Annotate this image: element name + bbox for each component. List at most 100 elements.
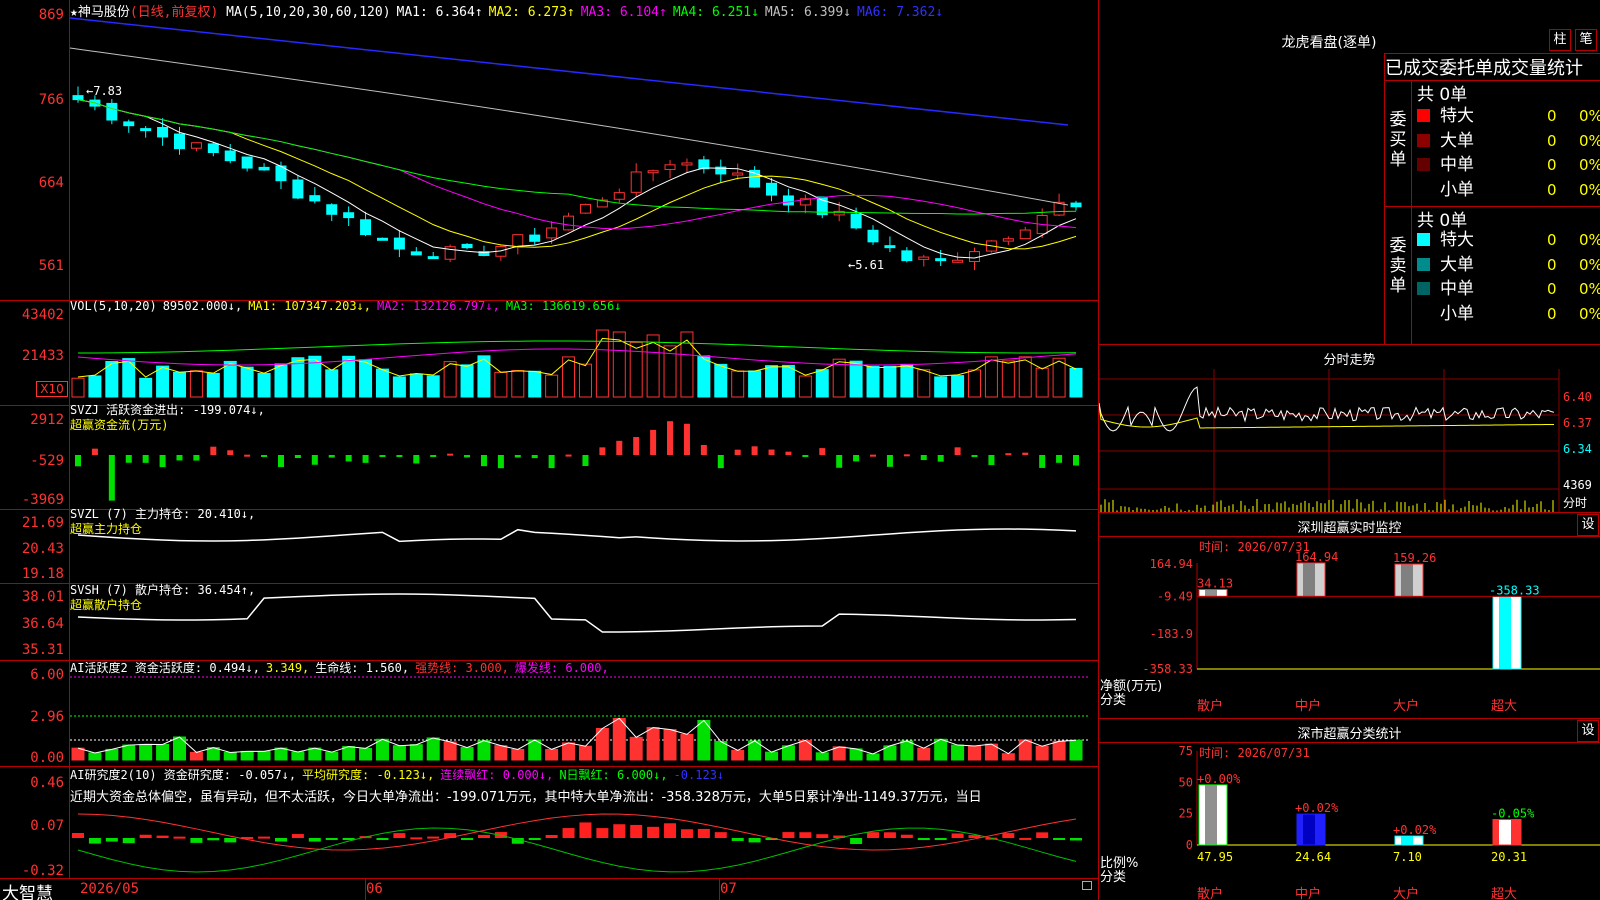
sell-pct-1: 0% [1579, 255, 1600, 274]
monitor-value-label-0: 34.13 [1197, 576, 1233, 590]
sell-row-3: 小单 0 0% [1417, 302, 1600, 326]
monitor-category-3: 超大 [1491, 699, 1517, 714]
brand-logo[interactable]: 大智慧 [2, 879, 53, 900]
vol-legend-item-0: VOL(5,10,20) [70, 299, 157, 313]
classify-value-label-2: 7.10 [1393, 850, 1422, 864]
classify-bar-2[interactable] [1394, 835, 1424, 846]
monitor-bar-2[interactable] [1394, 563, 1424, 597]
stock-name[interactable]: 神马股份 [78, 5, 130, 20]
ma-legend-item-2: MA2: 6.273↑ [488, 5, 575, 20]
sell-pct-3: 0% [1579, 304, 1600, 323]
intraday-axis-mid: 6.37 [1563, 416, 1592, 430]
vol-legend-item-2: MA1: 107347.203↓, [248, 299, 372, 313]
tick-view-button[interactable]: 笔 [1575, 29, 1597, 51]
sell-pct-0: 0% [1579, 231, 1600, 249]
vol-axis-label-1: 21433 [21, 348, 64, 364]
classify-axis-label-2: 25 [1179, 807, 1193, 821]
sell-row-1: 大单 0 0% [1417, 253, 1600, 277]
buy-side-label: 委买单 [1389, 110, 1407, 170]
ai1-legend-item-3: 强势线: 3.000, [415, 661, 509, 675]
svzl-axis-label-2: 19.18 [21, 566, 64, 582]
date-label-jul: 07 [720, 881, 737, 897]
svzl-legend-line1: SVZL (7) 主力持仓: 20.410↓, [70, 507, 256, 521]
monitor-axis-label-2: -183.9 [1150, 627, 1193, 641]
ma-legend-item-6: MA6: 7.362↓ [857, 5, 944, 20]
ma-legend-item-1: MA1: 6.364↑ [396, 5, 483, 20]
buy-count-1: 0 [1547, 131, 1557, 150]
sell-side-label: 委卖单 [1389, 236, 1407, 296]
longhu-panel: 龙虎看盘(逐单) 柱 笔 已成交委托单成交量统计 委买单 委卖单 共 0单 共 … [1099, 0, 1600, 344]
ma-legend: ★神马股份(日线,前复权) MA(5,10,20,30,60,120) MA1: … [70, 1, 949, 20]
buy-pct-3: 0% [1579, 180, 1600, 199]
monitor-bar-0[interactable] [1198, 588, 1228, 597]
main-chart-canvas[interactable] [0, 0, 1100, 900]
sell-count-3: 0 [1547, 304, 1557, 323]
lock-icon[interactable] [1082, 881, 1092, 890]
vol-unit-badge[interactable]: X10 [36, 381, 68, 397]
classify-axis-label-3: 0 [1186, 838, 1193, 852]
monitor-value-label-2: 159.26 [1393, 551, 1436, 565]
monitor-category-2: 大户 [1393, 698, 1419, 714]
sell-count-1: 0 [1547, 255, 1557, 274]
sell-swatch-0 [1417, 233, 1430, 246]
svzl-legend: SVZL (7) 主力持仓: 20.410↓, 超赢主力持仓 [70, 507, 255, 537]
svzl-legend-line2: 超赢主力持仓 [70, 522, 143, 536]
longhu-subtitle: 已成交委托单成交量统计 [1385, 58, 1583, 79]
sell-pct-2: 0% [1579, 280, 1600, 298]
high-price-annotation: ←7.83 [86, 84, 123, 98]
sell-count-2: 0 [1547, 280, 1557, 298]
classify-axis-label-1: 50 [1179, 775, 1193, 789]
bar-view-button[interactable]: 柱 [1549, 29, 1571, 51]
buy-total: 共 0单 [1417, 85, 1468, 105]
sell-swatch-3 [1417, 306, 1430, 320]
buy-pct-1: 0% [1579, 131, 1600, 150]
ai2-legend-item-2: 连续飘红: 0.000↓, [440, 768, 554, 782]
svzl-axis-label-0: 21.69 [21, 515, 64, 531]
sell-row-0: 特大 0 0% [1417, 228, 1600, 252]
monitor-axis-label-0: 164.94 [1150, 557, 1193, 571]
classify-category-2: 大户 [1393, 886, 1419, 900]
classify-category-0: 散户 [1197, 886, 1223, 900]
monitor-category-0: 散户 [1197, 698, 1223, 714]
svsh-legend: SVSH (7) 散户持仓: 36.454↑, 超赢散户持仓 [70, 583, 255, 613]
classify-value-label-0: 47.95 [1197, 850, 1233, 864]
monitor-unit-label: 净额(万元) [1100, 679, 1163, 694]
svzl-axis-label-1: 20.43 [21, 541, 64, 557]
chart-mode[interactable]: (日线,前复权) [130, 5, 218, 20]
classify-bar-0[interactable] [1198, 784, 1228, 846]
sell-label-2: 中单 [1440, 279, 1474, 299]
classify-caption: 比例% 分类 [1100, 857, 1138, 885]
monitor-bar-3[interactable] [1492, 595, 1522, 670]
buy-count-2: 0 [1547, 156, 1557, 174]
vol-legend-item-1: 89502.000↓, [162, 299, 243, 313]
price-axis-label-1: 766 [38, 92, 64, 108]
ai1-legend-item-1: 3.349, [265, 661, 310, 675]
classify-change-label-1: +0.02% [1295, 801, 1339, 815]
buy-row-3: 小单 0 0% [1417, 178, 1600, 202]
svsh-legend-line2: 超赢散户持仓 [70, 598, 143, 612]
classify-category-3: 超大 [1491, 887, 1517, 900]
classify-value-label-1: 24.64 [1295, 850, 1331, 864]
ai2-legend-item-1: 平均研究度: -0.123↓, [302, 768, 435, 782]
ai2-axis-label-1: 0.07 [30, 818, 64, 834]
sell-label-0: 特大 [1440, 230, 1474, 250]
monitor-category-label: 分类 [1100, 693, 1127, 708]
ai2-legend-item-4: -0.123↓ [673, 768, 725, 782]
classify-bar-3[interactable] [1492, 819, 1522, 846]
buy-swatch-2 [1417, 158, 1430, 171]
sell-row-2: 中单 0 0% [1417, 277, 1600, 301]
longhu-title: 龙虎看盘(逐单) [1281, 35, 1377, 51]
intraday-panel[interactable]: 分时走势 6.40 6.37 6.34 4369 分时 [1099, 344, 1600, 513]
classify-change-label-3: -0.05% [1491, 807, 1535, 821]
classify-value-label-3: 20.31 [1491, 850, 1527, 864]
ma-legend-item-0: MA(5,10,20,30,60,120) [226, 5, 391, 20]
ai2-legend: AI研究度2(10) 资金研究度: -0.057↓, 平均研究度: -0.123↓… [70, 766, 730, 783]
ai1-axis-label-1: 2.96 [30, 709, 64, 725]
svzj-axis-label-1: -529 [30, 453, 64, 469]
monitor-panel: 深圳超赢实时监控 设 时间: 2026/07/31 34.13 散户 164.94 中… [1099, 512, 1600, 718]
classify-unit-label: 比例% [1100, 856, 1139, 871]
ma-legend-item-3: MA3: 6.104↑ [580, 5, 667, 20]
buy-swatch-3 [1417, 182, 1430, 196]
classify-bar-1[interactable] [1296, 813, 1326, 846]
monitor-bar-1[interactable] [1296, 562, 1326, 597]
